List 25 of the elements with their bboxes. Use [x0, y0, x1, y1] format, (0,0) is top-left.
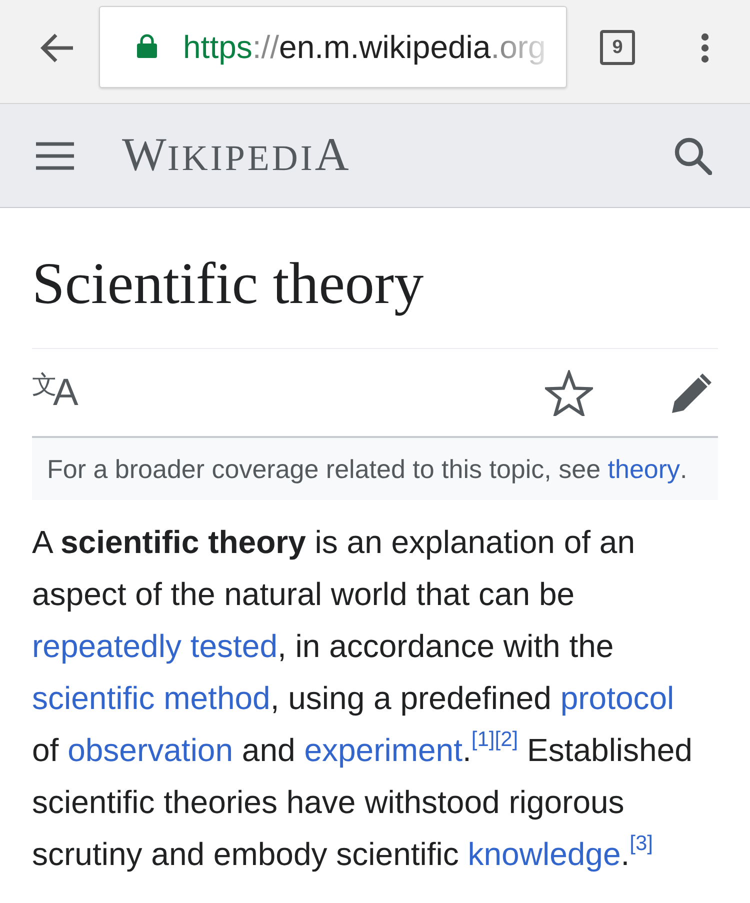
star-icon[interactable]	[545, 370, 593, 416]
article-paragraph: A scientific theory is an explanation of an aspect of the natural world that can be repeatedly tested, in accordance with the scientific method, using a predefined protocol of observation and experiment.$^{[1]}$$^{[2]}$ Established scientific theories have withstood rigorous scrutiny and embody scientific knowledge.$^{[3]}$	[32, 523, 694, 874]
text-link[interactable]: repeatedly tested	[32, 628, 278, 664]
language-button[interactable]: $^{文}$A	[32, 373, 78, 412]
citation-link[interactable]: [3]	[630, 832, 653, 855]
page-title: Scientific theory	[32, 208, 718, 349]
hatnote-text: For a broader coverage related to this topic, see theory.	[32, 438, 718, 500]
address-bar[interactable]: https://en.m.wikipedia.org	[99, 6, 567, 88]
citation-link[interactable]: [2]	[494, 728, 518, 751]
url-text: https://en.m.wikipedia.org	[183, 28, 546, 66]
text-link[interactable]: knowledge	[468, 836, 621, 872]
text-link[interactable]: theory	[608, 454, 680, 484]
citation-link[interactable]: [1]	[471, 728, 495, 751]
text-link[interactable]: protocol	[560, 680, 674, 716]
wikipedia-logo[interactable]: WIKIPEDIA	[122, 132, 350, 179]
pencil-icon[interactable]	[671, 372, 713, 414]
text-link[interactable]: experiment	[304, 732, 462, 768]
more-options-icon[interactable]	[701, 33, 709, 63]
tab-count-button[interactable]: 9	[600, 30, 635, 65]
lock-icon	[137, 34, 157, 58]
menu-icon[interactable]	[36, 142, 74, 170]
text-link[interactable]: scientific method	[32, 680, 270, 716]
text-link[interactable]: observation	[68, 732, 234, 768]
back-arrow-icon[interactable]	[39, 32, 75, 64]
search-icon[interactable]	[674, 136, 712, 174]
